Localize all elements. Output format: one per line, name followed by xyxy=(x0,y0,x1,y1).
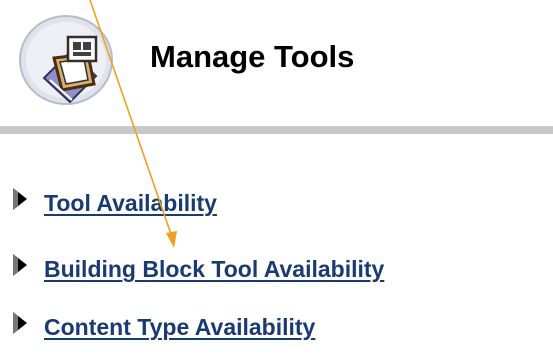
content-type-availability-link[interactable]: Content Type Availability xyxy=(44,314,315,341)
tool-availability-link[interactable]: Tool Availability xyxy=(44,190,217,217)
tool-item-content-type-availability: Content Type Availability xyxy=(0,302,553,342)
triangle-bullet-icon xyxy=(13,188,27,210)
page-title: Manage Tools xyxy=(150,39,355,74)
tool-item-tool-availability: Tool Availability xyxy=(0,178,553,218)
triangle-bullet-icon xyxy=(13,254,27,276)
header-divider xyxy=(0,126,553,134)
building-block-tool-availability-link[interactable]: Building Block Tool Availability xyxy=(44,256,384,283)
tool-item-building-block-tool-availability: Building Block Tool Availability xyxy=(0,244,553,284)
tools-panel-icon xyxy=(19,15,113,105)
triangle-bullet-icon xyxy=(13,312,27,334)
page-header: Manage Tools xyxy=(0,0,553,120)
